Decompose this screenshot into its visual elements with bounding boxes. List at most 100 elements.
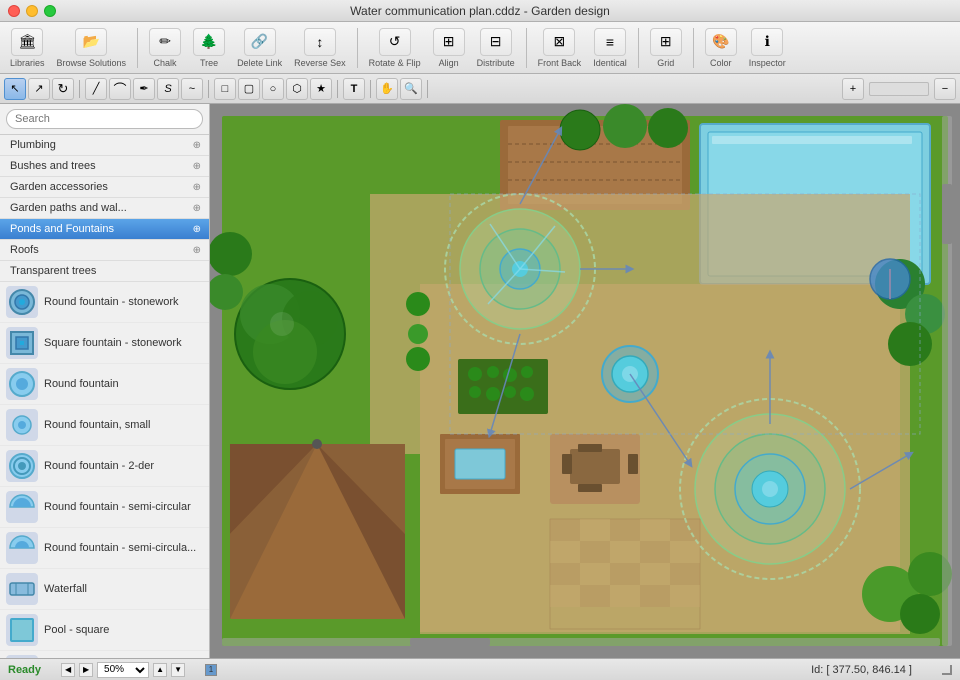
select-tool[interactable]: ↖ [4,78,26,100]
align-icon[interactable]: ⊞ [433,28,465,56]
list-item[interactable]: Round fountain [0,364,209,405]
category-plumbing[interactable]: Plumbing ⊕ [0,135,209,156]
direct-select-tool[interactable]: ↗ [28,78,50,100]
zoom-control[interactable]: ◀ ▶ 50% 100% 75% ▲ ▼ [61,662,185,678]
polygon-tool[interactable]: ⬡ [286,78,308,100]
zoom-down-button[interactable]: ▼ [171,663,185,677]
item-thumb-1 [6,327,38,359]
front-back-label: Front Back [538,58,582,68]
minimize-button[interactable] [26,5,38,17]
zoom-prev-button[interactable]: ◀ [61,663,75,677]
spline-tool[interactable]: ~ [181,78,203,100]
zoom-select[interactable]: 50% 100% 75% [97,662,149,678]
toolbar-delete-link[interactable]: 🔗 Delete Link [233,26,286,70]
garden-canvas [210,104,960,658]
category-accessories-label: Garden accessories [10,181,108,193]
coordinates-status: Id: [ 377.50, 846.14 ] [811,664,912,676]
item-label-3: Round fountain, small [44,418,150,432]
toolbar-tree[interactable]: 🌲 Tree [189,26,229,70]
rounded-rect-tool[interactable]: ▢ [238,78,260,100]
toolbar-distribute[interactable]: ⊟ Distribute [473,26,519,70]
toolbar-chalk[interactable]: ✏ Chalk [145,26,185,70]
list-item[interactable]: Round fountain - 2-der [0,446,209,487]
tools-separator-2 [208,80,209,98]
list-item[interactable]: Round fountain - semi-circula... [0,528,209,569]
toolbar-grid[interactable]: ⊞ Grid [646,26,686,70]
toolbar-inspector[interactable]: ℹ Inspector [745,26,790,70]
category-roofs[interactable]: Roofs ⊕ [0,240,209,261]
list-item[interactable]: Pool - rectangular [0,651,209,658]
toolbar-identical[interactable]: ≡ Identical [589,26,631,70]
toolbar-rotate[interactable]: ↺ Rotate & Flip [365,26,425,70]
category-ponds[interactable]: Ponds and Fountains ⊕ [0,219,209,240]
zoom-tool[interactable]: 🔍 [400,78,422,100]
toolbar-separator-1 [137,28,138,68]
libraries-icon[interactable]: 🏛 [11,28,43,56]
toolbar-align[interactable]: ⊞ Align [429,26,469,70]
resize-handle[interactable] [942,665,952,675]
grid-icon[interactable]: ⊞ [650,28,682,56]
category-bushes[interactable]: Bushes and trees ⊕ [0,156,209,177]
zoom-slider[interactable] [869,82,929,96]
list-item[interactable]: Square fountain - stonework [0,323,209,364]
tree-icon[interactable]: 🌲 [193,28,225,56]
maximize-button[interactable] [44,5,56,17]
list-item[interactable]: Waterfall [0,569,209,610]
zoom-next-button[interactable]: ▶ [79,663,93,677]
rotate-icon[interactable]: ↺ [379,28,411,56]
chalk-label: Chalk [154,58,177,68]
item-thumb-5 [6,491,38,523]
line-tool[interactable]: ╱ [85,78,107,100]
hand-tool[interactable]: ✋ [376,78,398,100]
identical-icon[interactable]: ≡ [594,28,626,56]
zoom-up-button[interactable]: ▲ [153,663,167,677]
chalk-icon[interactable]: ✏ [149,28,181,56]
canvas-area[interactable] [210,104,960,658]
tools-separator-3 [337,80,338,98]
grid-label: Grid [657,58,674,68]
front-back-icon[interactable]: ⊠ [543,28,575,56]
category-roofs-label: Roofs [10,244,39,256]
inspector-icon[interactable]: ℹ [751,28,783,56]
category-transparent[interactable]: Transparent trees [0,261,209,282]
toolbar-libraries[interactable]: 🏛 Libraries [6,26,49,70]
browse-icon[interactable]: 📂 [75,28,107,56]
zoom-in-tool[interactable]: + [842,78,864,100]
list-item[interactable]: Round fountain - semi-circular [0,487,209,528]
reverse-icon[interactable]: ↕ [304,28,336,56]
star-tool[interactable]: ★ [310,78,332,100]
rotate-label: Rotate & Flip [369,58,421,68]
zoom-out-tool[interactable]: − [934,78,956,100]
item-label-2: Round fountain [44,377,119,391]
category-paths-arrow: ⊕ [193,203,201,214]
rect-tool[interactable]: □ [214,78,236,100]
category-roofs-arrow: ⊕ [193,245,201,256]
category-plumbing-label: Plumbing [10,139,56,151]
bezier-tool[interactable]: S [157,78,179,100]
color-label: Color [710,58,732,68]
delete-link-icon[interactable]: 🔗 [244,28,276,56]
ellipse-tool[interactable]: ○ [262,78,284,100]
category-paths[interactable]: Garden paths and wal... ⊕ [0,198,209,219]
item-label-8: Pool - square [44,623,109,637]
close-button[interactable] [8,5,20,17]
color-icon[interactable]: 🎨 [705,28,737,56]
text-tool[interactable]: T [343,78,365,100]
distribute-icon[interactable]: ⊟ [480,28,512,56]
list-item[interactable]: Pool - square [0,610,209,651]
toolbar-color[interactable]: 🎨 Color [701,26,741,70]
search-input[interactable] [6,109,203,129]
category-accessories[interactable]: Garden accessories ⊕ [0,177,209,198]
toolbar-reverse[interactable]: ↕ Reverse Sex [290,26,350,70]
toolbar-separator-5 [693,28,694,68]
rotate-tool[interactable]: ↻ [52,78,74,100]
list-item[interactable]: Round fountain - stonework [0,282,209,323]
arc-tool[interactable]: ⌒ [109,78,131,100]
pen-tool[interactable]: ✒ [133,78,155,100]
item-label-4: Round fountain - 2-der [44,459,154,473]
page-1-dot[interactable]: 1 [205,664,217,676]
list-item[interactable]: Round fountain, small [0,405,209,446]
item-thumb-4 [6,450,38,482]
toolbar-front-back[interactable]: ⊠ Front Back [534,26,586,70]
toolbar-browse[interactable]: 📂 Browse Solutions [53,26,131,70]
